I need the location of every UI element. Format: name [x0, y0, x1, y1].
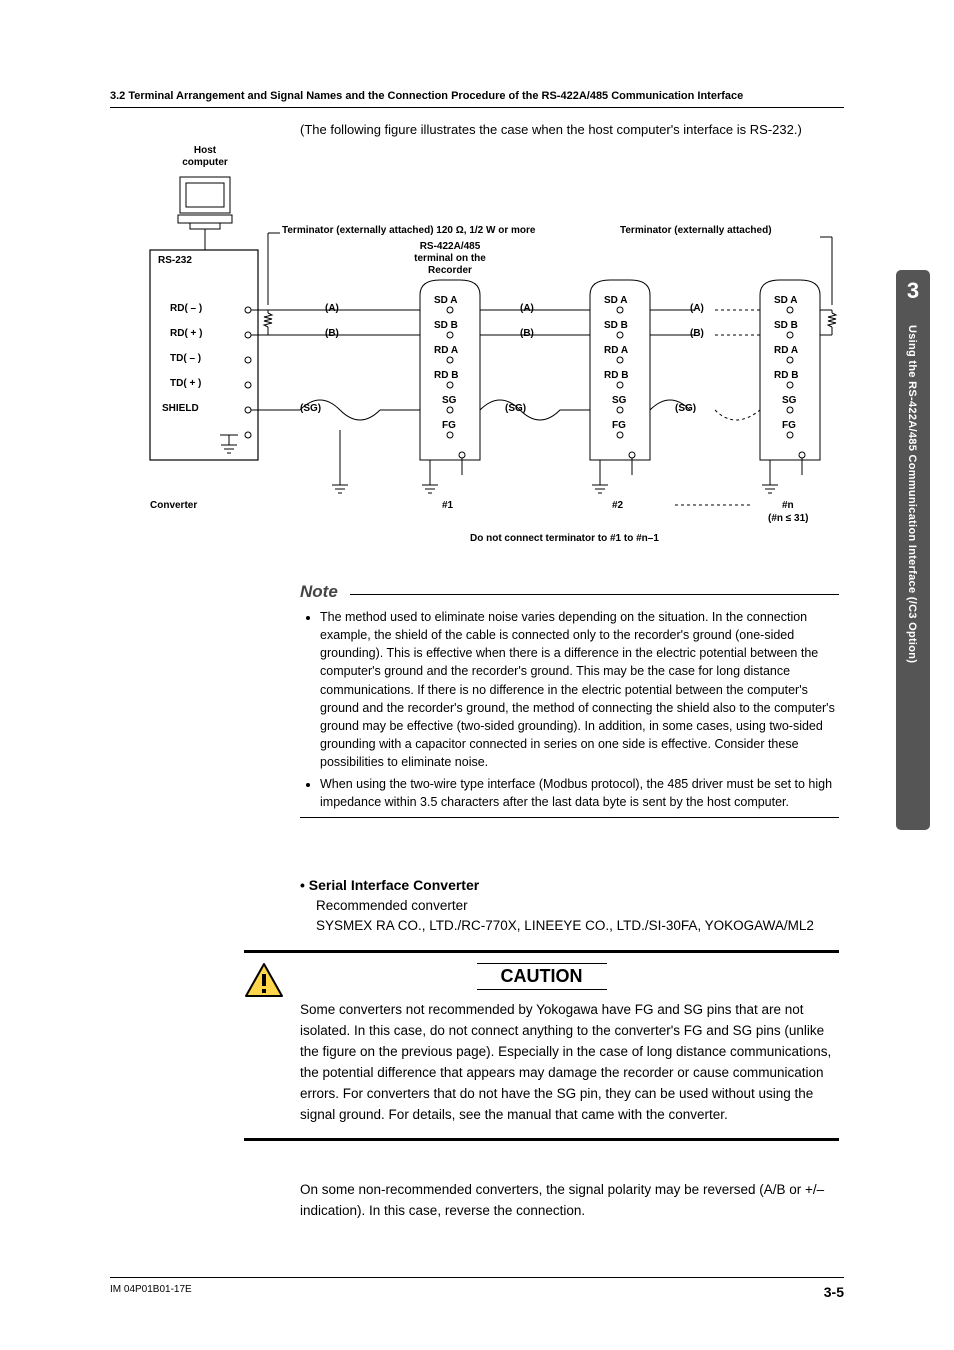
wire-a-1: (A) — [325, 303, 339, 314]
connection-diagram: Host computer RS-232 Terminator (externa… — [120, 145, 850, 565]
page-footer: IM 04P01B01-17E 3-5 — [110, 1277, 844, 1300]
rec1-rda: RD A — [434, 345, 458, 356]
host-label2: computer — [170, 157, 240, 168]
recn-rda: RD A — [774, 345, 798, 356]
recn-sg: SG — [782, 395, 796, 406]
wire-b-2: (B) — [520, 328, 534, 339]
converter-label: Converter — [150, 500, 197, 511]
pin-td-plus: TD( + ) — [170, 378, 201, 389]
note-label: Note — [300, 582, 346, 602]
rec1-rdb: RD B — [434, 370, 458, 381]
note-rule-top — [350, 594, 839, 595]
recn-sdb: SD B — [774, 320, 798, 331]
wire-a-2: (A) — [520, 303, 534, 314]
warning-icon — [244, 962, 284, 998]
wire-b-1: (B) — [325, 328, 339, 339]
wire-a-3: (A) — [690, 303, 704, 314]
wire-sg-3: (SG) — [675, 403, 696, 414]
note-item-1: The method used to eliminate noise varie… — [320, 608, 839, 771]
pin-td-minus: TD( – ) — [170, 353, 201, 364]
doc-code: IM 04P01B01-17E — [110, 1284, 192, 1295]
host-label: Host — [180, 145, 230, 156]
rec2-rda: RD A — [604, 345, 628, 356]
note-item-2: When using the two-wire type interface (… — [320, 775, 839, 811]
rec1-fg: FG — [442, 420, 456, 431]
rs422-label-1: RS-422A/485 — [410, 241, 490, 252]
recn-sda: SD A — [774, 295, 798, 306]
rec2-sg: SG — [612, 395, 626, 406]
section-header: 3.2 Terminal Arrangement and Signal Name… — [110, 90, 844, 108]
rs422-label-2: terminal on the — [405, 253, 495, 264]
unitn-label: #n — [782, 500, 794, 511]
pin-shield: SHIELD — [162, 403, 199, 414]
caution-title: CAUTION — [477, 963, 607, 990]
unit2-label: #2 — [612, 500, 623, 511]
serial-sub: Recommended converter — [316, 896, 839, 916]
rec2-rdb: RD B — [604, 370, 628, 381]
unitn-sub-label: (#n ≤ 31) — [768, 513, 809, 524]
serial-title: • Serial Interface Converter — [300, 875, 839, 896]
wire-sg-1: (SG) — [300, 403, 321, 414]
recn-rdb: RD B — [774, 370, 798, 381]
terminator-note: Do not connect terminator to #1 to #n–1 — [470, 533, 659, 544]
wire-sg-2: (SG) — [505, 403, 526, 414]
terminator-right-label: Terminator (externally attached) — [620, 225, 772, 236]
rec2-sdb: SD B — [604, 320, 628, 331]
rs422-label-3: Recorder — [415, 265, 485, 276]
intro-text: (The following figure illustrates the ca… — [300, 122, 839, 137]
chapter-number: 3 — [896, 278, 930, 304]
chapter-title: Using the RS-422A/485 Communication Inte… — [906, 325, 918, 663]
pin-rd-plus: RD( + ) — [170, 328, 203, 339]
rec1-sg: SG — [442, 395, 456, 406]
rs232-label: RS-232 — [158, 255, 192, 266]
page-number: 3-5 — [824, 1284, 844, 1300]
note-block: Note The method used to eliminate noise … — [300, 582, 839, 818]
caution-block: CAUTION Some converters not recommended … — [244, 950, 839, 1141]
pin-rd-minus: RD( – ) — [170, 303, 202, 314]
wire-b-3: (B) — [690, 328, 704, 339]
note-rule-bottom — [300, 817, 839, 818]
rec1-sda: SD A — [434, 295, 458, 306]
serial-converter-section: • Serial Interface Converter Recommended… — [300, 875, 839, 937]
serial-list: SYSMEX RA CO., LTD./RC-770X, LINEEYE CO.… — [316, 916, 839, 936]
rec2-fg: FG — [612, 420, 626, 431]
rec1-sdb: SD B — [434, 320, 458, 331]
post-caution-text: On some non-recommended converters, the … — [300, 1180, 839, 1222]
rec2-sda: SD A — [604, 295, 628, 306]
unit1-label: #1 — [442, 500, 453, 511]
terminator-left-label: Terminator (externally attached) 120 Ω, … — [282, 225, 535, 236]
caution-body: Some converters not recommended by Yokog… — [300, 1000, 839, 1126]
chapter-side-tab: 3 Using the RS-422A/485 Communication In… — [896, 270, 930, 830]
recn-fg: FG — [782, 420, 796, 431]
